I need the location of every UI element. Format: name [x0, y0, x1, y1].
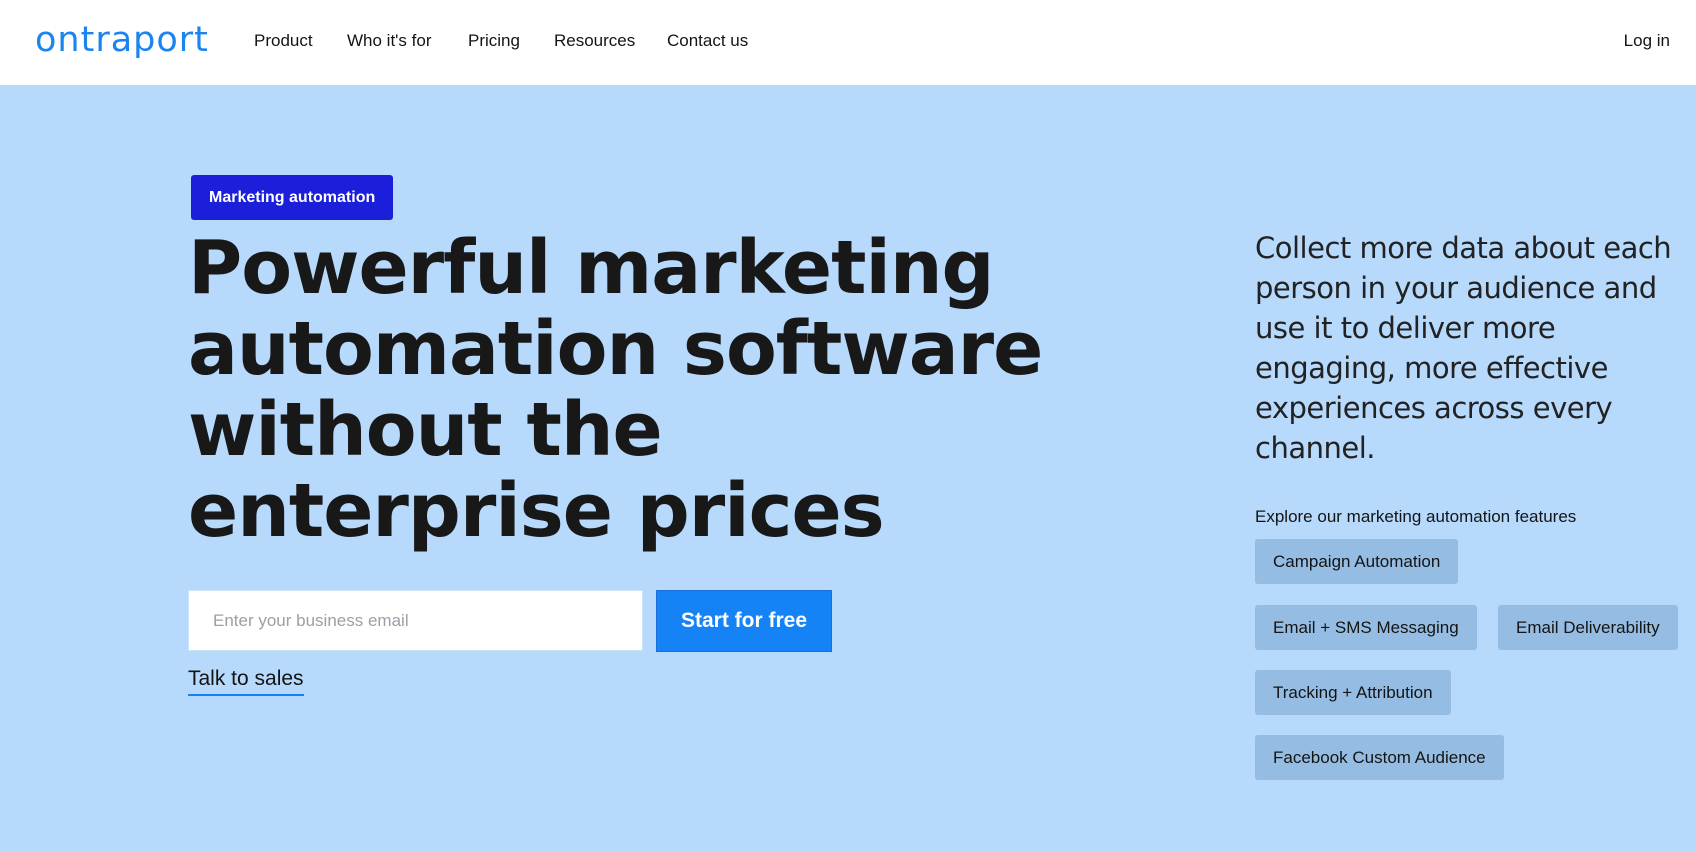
- nav-pricing[interactable]: Pricing: [468, 29, 520, 53]
- explore-features-label: Explore our marketing automation feature…: [1255, 507, 1577, 526]
- business-email-input[interactable]: [188, 590, 643, 651]
- feature-chip-facebook-custom-audience[interactable]: Facebook Custom Audience: [1255, 735, 1504, 780]
- nav-product[interactable]: Product: [254, 29, 313, 53]
- category-badge: Marketing automation: [191, 175, 394, 220]
- nav-resources[interactable]: Resources: [554, 29, 635, 53]
- feature-chip-email-sms-messaging[interactable]: Email + SMS Messaging: [1255, 605, 1477, 650]
- ontraport-logo[interactable]: ontraport: [35, 18, 209, 62]
- top-navigation-bar: ontraport Product Who it's for Pricing R…: [0, 0, 1696, 85]
- login-link[interactable]: Log in: [1624, 29, 1670, 53]
- nav-who-its-for[interactable]: Who it's for: [347, 29, 432, 53]
- start-for-free-button[interactable]: Start for free: [656, 590, 832, 652]
- nav-contact-us[interactable]: Contact us: [667, 29, 748, 53]
- feature-chip-campaign-automation[interactable]: Campaign Automation: [1255, 539, 1459, 584]
- feature-chip-email-deliverability[interactable]: Email Deliverability: [1498, 605, 1678, 650]
- hero-description: Collect more data about each person in y…: [1255, 231, 1672, 465]
- hero-headline: Powerful marketing automation software w…: [188, 225, 1043, 554]
- feature-chip-tracking-attribution[interactable]: Tracking + Attribution: [1255, 670, 1451, 715]
- talk-to-sales-link[interactable]: Talk to sales: [188, 665, 304, 696]
